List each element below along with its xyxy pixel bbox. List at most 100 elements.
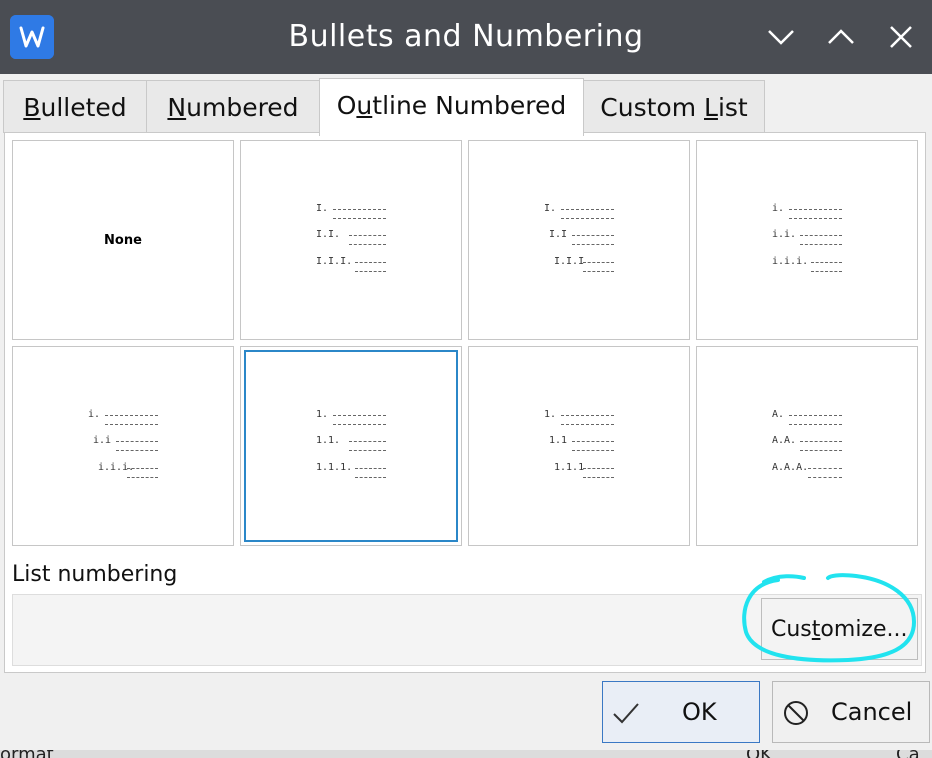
background-cancel-text: Ca: [896, 750, 920, 758]
level-3-marker: i.i.i.: [772, 256, 809, 267]
level-3-marker: A.A.A.: [772, 462, 809, 473]
preset-decimal-plain[interactable]: 1. 1.1 1.1.1: [468, 346, 690, 546]
tab-bulleted[interactable]: Bulleted: [3, 80, 147, 133]
text-line: [572, 235, 614, 236]
cancel-label: Cancel: [831, 698, 913, 726]
tab-numbered[interactable]: Numbered: [146, 80, 320, 133]
tab-accelerator: L: [704, 93, 718, 122]
level-2-marker: I.I: [549, 229, 568, 240]
text-line: [355, 262, 386, 263]
text-line: [583, 262, 614, 263]
level-2-marker: i.i.: [772, 229, 797, 240]
tab-label-post: umbered: [186, 93, 299, 122]
level-3-marker: I.I.I: [554, 256, 585, 267]
text-line: [789, 209, 842, 210]
text-line: [800, 441, 842, 442]
list-numbering-label: List numbering: [12, 562, 178, 587]
ok-label: OK: [682, 698, 717, 726]
tab-strip: Bulleted Numbered Outline Numbered Custo…: [0, 74, 932, 136]
text-line: [349, 235, 386, 236]
level-1-marker: i.: [772, 203, 785, 214]
preset-none[interactable]: None: [12, 140, 234, 340]
text-line: [116, 441, 158, 442]
checkmark-icon: [613, 703, 639, 724]
tab-accelerator: N: [167, 93, 187, 122]
text-line: [583, 271, 614, 272]
text-line: [333, 218, 386, 219]
preset-preview: i. i.i i.i.i.: [13, 407, 233, 487]
maximize-button[interactable]: [820, 16, 862, 58]
preset-preview: 1. 1.1. 1.1.1.: [241, 407, 461, 487]
tab-label-post: ist: [717, 93, 748, 122]
preset-none-label: None: [104, 232, 142, 248]
preset-roman-upper-dotted[interactable]: I. I.I. I.I.I.: [240, 140, 462, 340]
tab-accelerator: B: [23, 93, 41, 122]
background-window-strip: ormat OK Ca: [0, 750, 932, 758]
customize-label-post: omize...: [820, 617, 908, 642]
minimize-button[interactable]: [760, 16, 802, 58]
level-2-marker: 1.1: [549, 435, 568, 446]
text-line: [349, 244, 386, 245]
level-2-marker: i.i: [93, 435, 112, 446]
text-line: [789, 424, 842, 425]
level-2-marker: A.A.: [772, 435, 797, 446]
level-1-marker: 1.: [544, 409, 557, 420]
level-3-marker: I.I.I.: [316, 256, 353, 267]
outline-numbered-panel: None I. I.I. I.I.I. I. I.I I.I.I i. i.i.…: [4, 132, 926, 673]
chevron-up-icon: [828, 29, 854, 44]
text-line: [349, 450, 386, 451]
text-line: [583, 477, 614, 478]
text-line: [572, 450, 614, 451]
text-line: [789, 218, 842, 219]
tab-label-pre: O: [336, 91, 357, 120]
text-line: [116, 450, 158, 451]
cancel-icon: [784, 701, 808, 725]
text-line: [572, 441, 614, 442]
text-line: [561, 209, 614, 210]
close-button[interactable]: [880, 16, 922, 58]
level-3-marker: 1.1.1: [554, 462, 585, 473]
level-1-marker: A.: [772, 409, 785, 420]
text-line: [808, 477, 842, 478]
text-line: [572, 244, 614, 245]
text-line: [800, 235, 842, 236]
dialog-body: Bulleted Numbered Outline Numbered Custo…: [0, 74, 932, 758]
preset-roman-lower-dotted[interactable]: i. i.i. i.i.i.: [696, 140, 918, 340]
preset-preview: A. A.A. A.A.A.: [697, 407, 917, 487]
level-3-marker: 1.1.1.: [316, 462, 353, 473]
preset-preview: 1. 1.1 1.1.1: [469, 407, 689, 487]
level-1-marker: i.: [88, 409, 101, 420]
preset-roman-upper-plain[interactable]: I. I.I I.I.I: [468, 140, 690, 340]
preset-preview: I. I.I I.I.I: [469, 201, 689, 281]
tab-outline-numbered[interactable]: Outline Numbered: [319, 78, 584, 136]
text-line: [789, 415, 842, 416]
level-2-marker: 1.1.: [316, 435, 341, 446]
ok-button[interactable]: OK: [602, 681, 760, 743]
preset-preview: i. i.i. i.i.i.: [697, 201, 917, 281]
title-bar: Bullets and Numbering: [0, 0, 932, 74]
text-line: [333, 415, 386, 416]
background-format-text: ormat: [0, 750, 54, 758]
text-line: [333, 424, 386, 425]
preset-preview: I. I.I. I.I.I.: [241, 201, 461, 281]
level-1-marker: 1.: [316, 409, 329, 420]
text-line: [561, 415, 614, 416]
cancel-button[interactable]: Cancel: [772, 681, 930, 743]
text-line: [583, 468, 614, 469]
level-2-marker: I.I.: [316, 229, 341, 240]
customize-button[interactable]: Customize...: [761, 598, 918, 660]
tab-label-post: ulleted: [40, 93, 127, 122]
preset-decimal-dotted[interactable]: 1. 1.1. 1.1.1.: [240, 346, 462, 546]
tab-custom-list[interactable]: Custom List: [583, 80, 765, 133]
text-line: [127, 477, 158, 478]
tab-label-post: tline Numbered: [372, 91, 567, 120]
text-line: [811, 262, 842, 263]
text-line: [355, 271, 386, 272]
preset-alpha-upper-dotted[interactable]: A. A.A. A.A.A.: [696, 346, 918, 546]
tab-accelerator: u: [356, 91, 373, 120]
text-line: [127, 468, 158, 469]
preset-roman-lower-plain[interactable]: i. i.i i.i.i.: [12, 346, 234, 546]
text-line: [561, 218, 614, 219]
background-ok-text: OK: [746, 750, 772, 758]
level-1-marker: I.: [544, 203, 557, 214]
